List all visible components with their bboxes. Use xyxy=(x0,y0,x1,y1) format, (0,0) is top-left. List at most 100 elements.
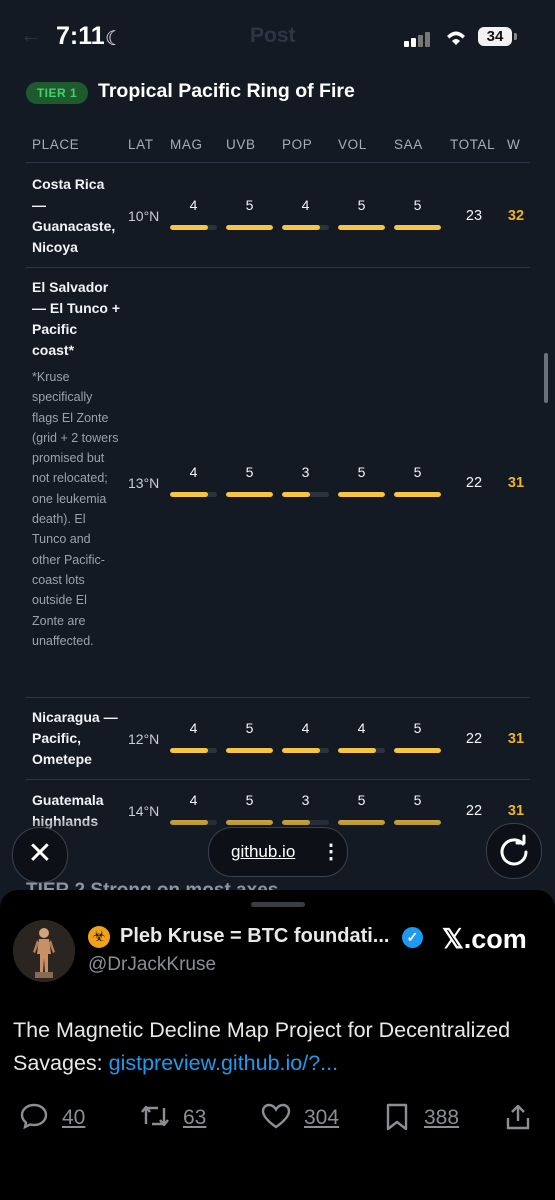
place-name: Nicaragua — Pacific, Ometepe xyxy=(32,709,118,767)
moon-icon: ☾ xyxy=(105,28,123,50)
battery-tip xyxy=(514,33,517,40)
weighted-value: 31 xyxy=(507,475,525,491)
bar-fill xyxy=(394,225,441,230)
reply-count[interactable]: 40 xyxy=(62,1106,85,1130)
more-vertical-icon[interactable]: ⋮ xyxy=(321,839,341,864)
share-icon[interactable] xyxy=(504,1102,532,1132)
score-pop: 3 xyxy=(301,464,310,480)
like-count[interactable]: 304 xyxy=(304,1106,339,1130)
biohazard-icon: ☣ xyxy=(88,926,110,948)
score-vol: 5 xyxy=(357,464,366,480)
repost-icon[interactable] xyxy=(138,1102,172,1130)
score-uvb: 5 xyxy=(245,464,254,480)
bar-fill xyxy=(170,492,208,497)
reply-icon[interactable] xyxy=(19,1102,49,1130)
tier-badge: TIER 1 xyxy=(26,82,88,104)
display-name[interactable]: Pleb Kruse = BTC foundati... xyxy=(120,925,389,948)
score-pop: 4 xyxy=(301,197,310,213)
divider xyxy=(26,697,530,698)
bar-uvb xyxy=(226,492,273,497)
bar-fill xyxy=(394,748,441,753)
status-bar: ← 7:11 ☾ Post 34 xyxy=(0,0,555,70)
divider xyxy=(26,162,530,163)
bar-pop xyxy=(282,225,329,230)
score-vol: 4 xyxy=(357,720,366,736)
score-pop: 3 xyxy=(301,792,310,808)
header-mag: MAG xyxy=(170,137,203,152)
bar-vol xyxy=(338,225,385,230)
repost-count[interactable]: 63 xyxy=(183,1106,206,1130)
place-footnote: *Kruse specifically flags El Zonte (grid… xyxy=(32,370,119,648)
total-value: 22 xyxy=(465,803,483,819)
battery-icon: 34 xyxy=(478,27,512,46)
weighted-value: 31 xyxy=(507,803,525,819)
bar-uvb xyxy=(226,748,273,753)
bookmark-icon[interactable] xyxy=(384,1102,410,1132)
signal-icon xyxy=(404,31,434,47)
weighted-value: 31 xyxy=(507,731,525,747)
avatar[interactable] xyxy=(13,920,75,982)
bar-uvb xyxy=(226,225,273,230)
bar-fill xyxy=(226,748,273,753)
bar-pop xyxy=(282,748,329,753)
bar-fill xyxy=(282,492,311,497)
bar-fill xyxy=(226,492,273,497)
score-pop: 4 xyxy=(301,720,310,736)
place-name: Costa Rica — Guanacaste, Nicoya xyxy=(32,176,116,255)
scrollbar[interactable] xyxy=(544,353,548,403)
score-uvb: 5 xyxy=(245,792,254,808)
bar-vol xyxy=(338,748,385,753)
score-saa: 5 xyxy=(413,720,422,736)
user-handle[interactable]: @DrJackKruse xyxy=(88,954,216,976)
statue-avatar-icon xyxy=(13,920,75,982)
header-vol: VOL xyxy=(338,137,367,152)
score-saa: 5 xyxy=(413,792,422,808)
bar-fill xyxy=(170,225,208,230)
score-mag: 4 xyxy=(189,720,198,736)
tweet-link[interactable]: gistpreview.github.io/?... xyxy=(109,1051,338,1075)
verified-icon: ✓ xyxy=(402,927,423,948)
bar-fill xyxy=(226,225,273,230)
bar-mag xyxy=(170,225,217,230)
bookmark-count[interactable]: 388 xyxy=(424,1106,459,1130)
score-uvb: 5 xyxy=(245,197,254,213)
bar-fill xyxy=(338,225,385,230)
bar-mag xyxy=(170,748,217,753)
reload-icon xyxy=(500,834,528,866)
divider xyxy=(26,267,530,268)
reload-button[interactable] xyxy=(486,823,542,879)
total-value: 22 xyxy=(465,475,483,491)
wifi-icon xyxy=(447,31,465,45)
score-uvb: 5 xyxy=(245,720,254,736)
score-saa: 5 xyxy=(413,464,422,480)
header-uvb: UVB xyxy=(226,137,256,152)
url-pill[interactable]: github.io ⋮ xyxy=(208,827,348,877)
header-saa: SAA xyxy=(394,137,423,152)
divider xyxy=(26,779,530,780)
faded-page-title: Post xyxy=(250,24,296,47)
bar-pop xyxy=(282,492,329,497)
bar-saa xyxy=(394,225,441,230)
bar-fill xyxy=(338,492,385,497)
tweet-text: The Magnetic Decline Map Project for Dec… xyxy=(13,1014,548,1080)
score-vol: 5 xyxy=(357,197,366,213)
header-pop: POP xyxy=(282,137,313,152)
status-time: 7:11 xyxy=(56,22,105,50)
bar-saa xyxy=(394,748,441,753)
header-place: PLACE xyxy=(32,137,80,152)
tier-title: Tropical Pacific Ring of Fire xyxy=(98,80,355,102)
bar-saa xyxy=(394,492,441,497)
header-w: W xyxy=(507,137,521,152)
url-text: github.io xyxy=(231,842,296,861)
bar-fill xyxy=(394,492,441,497)
score-mag: 4 xyxy=(189,197,198,213)
sheet-grab-handle[interactable] xyxy=(251,902,305,907)
lat-value: 12°N xyxy=(128,731,160,747)
close-icon: ✕ xyxy=(27,837,53,870)
score-mag: 4 xyxy=(189,464,198,480)
place-name: El Salvador — El Tunco + Pacific coast* xyxy=(32,279,121,358)
like-icon[interactable] xyxy=(260,1102,292,1130)
bar-vol xyxy=(338,492,385,497)
close-button[interactable]: ✕ xyxy=(12,827,68,883)
bar-fill xyxy=(282,225,320,230)
